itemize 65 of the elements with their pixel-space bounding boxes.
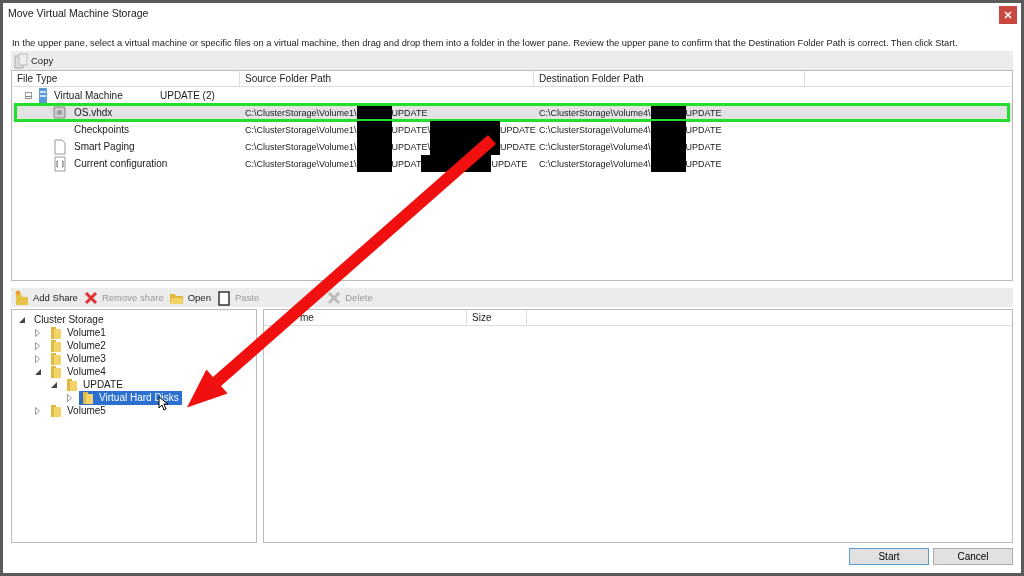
tree-item[interactable]: Volume1 xyxy=(47,325,109,340)
close-button[interactable] xyxy=(999,6,1017,24)
tree-item[interactable]: Volume3 xyxy=(47,351,109,366)
redaction-bar xyxy=(356,155,392,172)
instruction-text: In the upper pane, select a virtual machine or specific files on a virtual machine, then drag and drop them into a folder in the lower pane. Review the upper pane to confirm that the Destination Folder Path is correct. Then click Start. xyxy=(12,37,959,49)
folder-icon xyxy=(82,390,94,405)
redaction-bar xyxy=(429,121,500,138)
folder-icon xyxy=(50,338,62,353)
delete-icon xyxy=(82,289,99,306)
vm-name: UPDATE (2) xyxy=(160,90,215,101)
redaction-bar xyxy=(650,155,686,172)
collapse-toggle[interactable] xyxy=(25,92,32,99)
clipboard-icon xyxy=(215,289,232,306)
redaction-bar xyxy=(650,121,686,138)
tree-item[interactable]: UPDATE xyxy=(63,377,126,392)
column-header[interactable]: File Type xyxy=(12,71,240,86)
file-name: OS.vhdx xyxy=(74,107,113,118)
collapsed-arrow-icon[interactable] xyxy=(34,354,41,363)
redaction-bar xyxy=(356,121,392,138)
column-header[interactable]: Size xyxy=(467,310,527,325)
toolbar-button[interactable]: Open xyxy=(167,289,212,306)
file-name: Smart Paging xyxy=(74,141,135,152)
tree-item[interactable]: Cluster Storage xyxy=(31,314,107,325)
window-title: Move Virtual Machine Storage xyxy=(8,7,149,19)
group-label: Virtual Machine xyxy=(54,90,124,101)
expanded-arrow-icon[interactable] xyxy=(50,381,57,388)
collapsed-arrow-icon[interactable] xyxy=(34,406,41,415)
dialog-button[interactable]: Start xyxy=(849,548,929,565)
folder-icon xyxy=(66,377,78,392)
folder-icon xyxy=(50,364,62,379)
column-header[interactable]: Source Folder Path xyxy=(240,71,534,86)
file-row[interactable]: Smart Paging C:\ClusterStorage\Volume1\ UPDATE\ UPDATE C:\ClusterStorage\Volume4\ UPDATE xyxy=(12,138,1012,155)
expanded-arrow-icon[interactable] xyxy=(34,368,41,375)
file-name: Checkpoints xyxy=(74,124,130,135)
folder-path: C:\ClusterStorage\Volume1\ UPDATE xyxy=(245,104,428,121)
folder-path: C:\ClusterStorage\Volume4\ UPDATE xyxy=(539,121,722,138)
add-share-icon xyxy=(14,289,30,306)
folder-path: C:\ClusterStorage\Volume4\ UPDATE xyxy=(539,155,722,172)
minus-icon xyxy=(26,93,31,100)
dialog-button[interactable]: Cancel xyxy=(933,548,1013,565)
column-header[interactable]: Destination Folder Path xyxy=(534,71,805,86)
folder-path: C:\ClusterStorage\Volume4\ UPDATE xyxy=(539,138,722,155)
file-row[interactable]: OS.vhdx C:\ClusterStorage\Volume1\ UPDATE C:\ClusterStorage\Volume4\ UPDATE xyxy=(12,104,1012,121)
toolbar-button[interactable]: Add Share xyxy=(13,289,79,306)
copy-button[interactable]: Copy xyxy=(13,52,55,69)
collapsed-arrow-icon[interactable] xyxy=(34,328,41,337)
folder-icon xyxy=(50,403,62,418)
delete-icon xyxy=(326,289,343,306)
folder-path: C:\ClusterStorage\Volume1\ UPDATE\ UPDATE xyxy=(245,121,536,138)
tree-item[interactable]: Volume4 xyxy=(47,364,109,379)
folder-path: C:\ClusterStorage\Volume4\ UPDATE xyxy=(539,104,722,121)
collapsed-arrow-icon[interactable] xyxy=(34,341,41,350)
close-icon xyxy=(1004,11,1012,19)
collapsed-arrow-icon[interactable] xyxy=(66,393,73,402)
tree-item[interactable]: Volume2 xyxy=(47,338,109,353)
tree-item[interactable]: Volume5 xyxy=(47,403,109,418)
document-icon xyxy=(52,138,68,155)
file-name: Current configuration xyxy=(74,158,168,169)
server-icon xyxy=(38,87,48,104)
file-row[interactable]: Checkpoints C:\ClusterStorage\Volume1\ UPDATE\ UPDATE C:\ClusterStorage\Volume4\ UPDATE xyxy=(12,121,1012,138)
tree-item[interactable]: Virtual Hard Disks xyxy=(79,390,182,405)
config-file-icon xyxy=(52,155,68,172)
folder-icon xyxy=(50,325,62,340)
folder-icon xyxy=(50,351,62,366)
expanded-arrow-icon[interactable] xyxy=(18,316,25,323)
